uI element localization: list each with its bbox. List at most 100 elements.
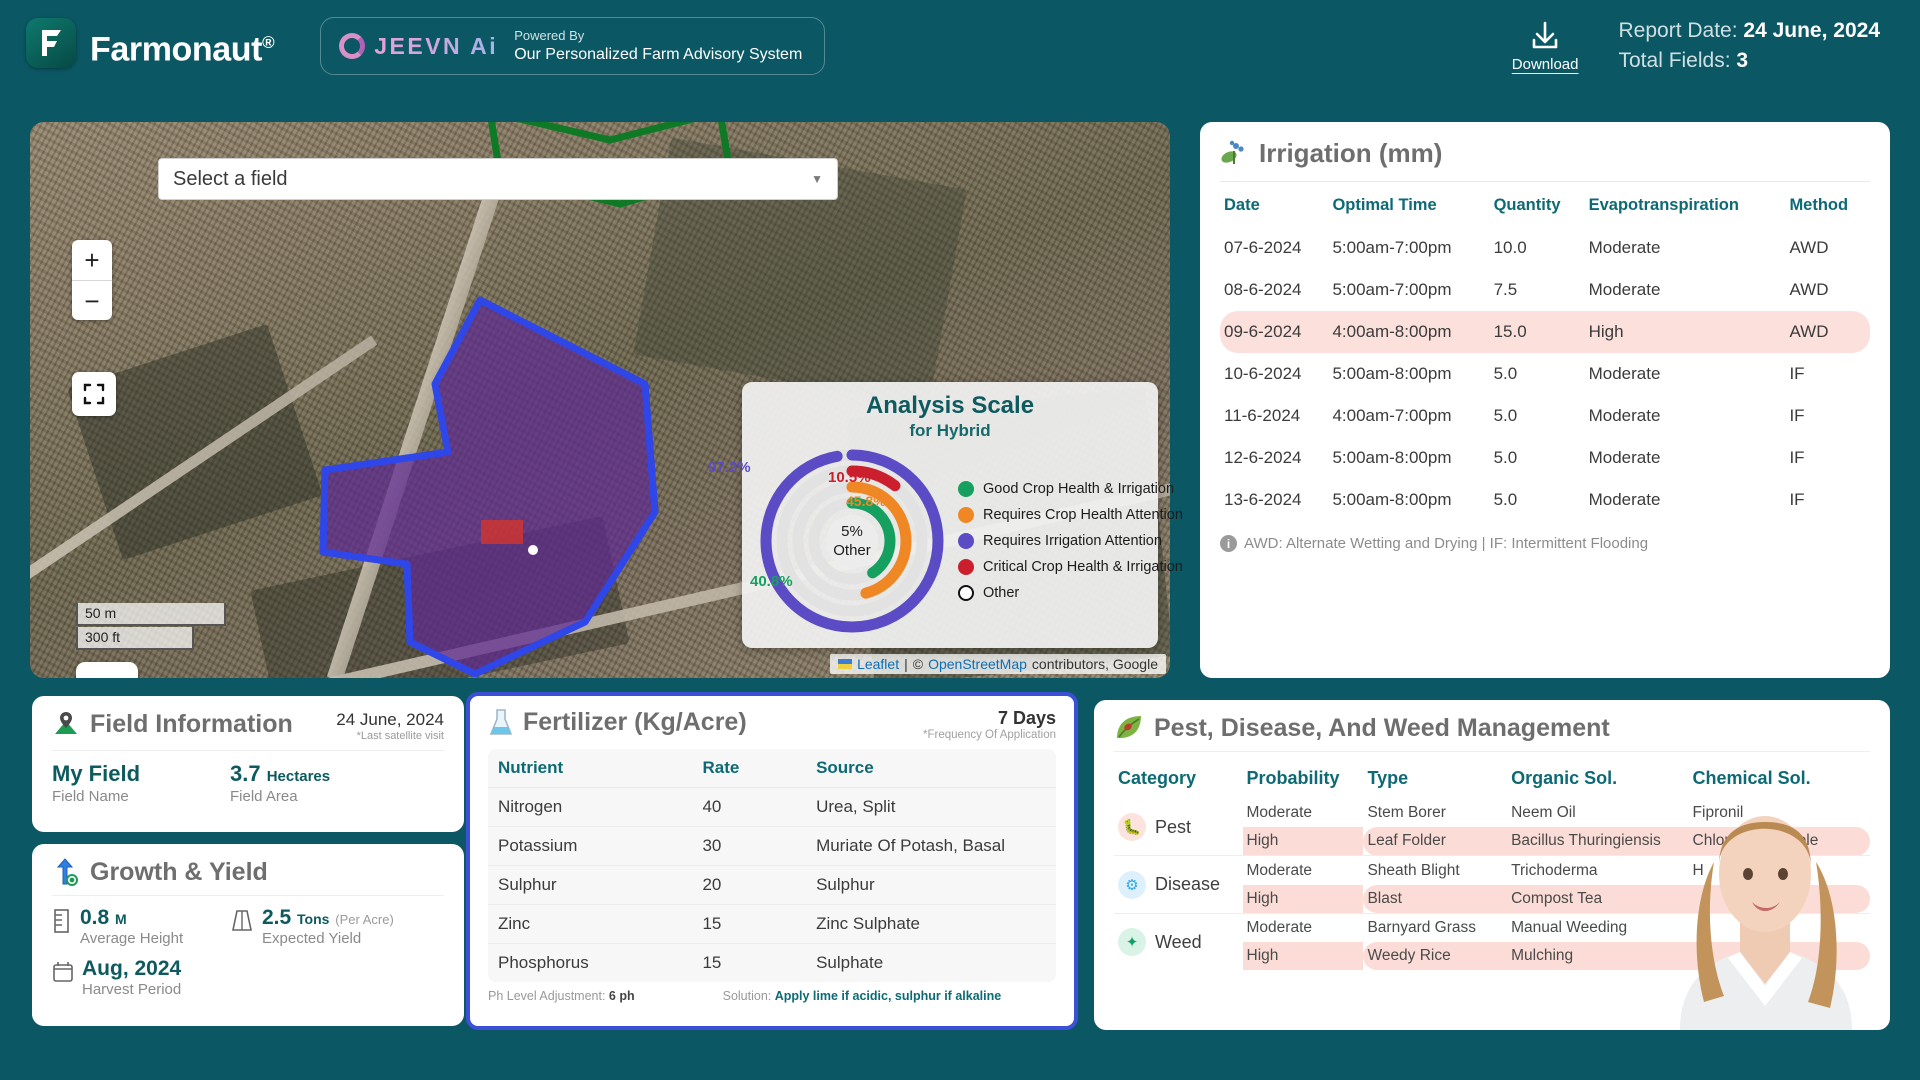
pct-label-critical: 10.5%: [828, 469, 871, 486]
field-information-values: My Field Field Name 3.7 Hectares Field A…: [52, 761, 444, 805]
expected-yield-block: 2.5 Tons (Per Acre) Expected Yield: [230, 906, 408, 947]
cell-category: ✦ Weed: [1114, 914, 1243, 970]
fertilizer-frequency-note: *Frequency Of Application: [923, 729, 1056, 741]
cell-organic: Bacillus Thuringiensis: [1507, 827, 1689, 856]
cell-probability: Moderate: [1246, 804, 1312, 821]
donut-center-value: 5%: [841, 523, 863, 540]
cell-evapotranspiration: High: [1584, 311, 1786, 353]
irrigation-table: Date Optimal Time Quantity Evapotranspir…: [1220, 186, 1870, 521]
solution-block: Solution: Apply lime if acidic, sulphur …: [723, 989, 1002, 1003]
solution-value[interactable]: Apply lime if acidic, sulphur if alkalin…: [775, 989, 1001, 1003]
cell-nutrient: Nitrogen: [488, 787, 693, 827]
download-button[interactable]: Download: [1512, 20, 1579, 73]
cell-rate: 15: [692, 904, 807, 944]
analysis-body: 5% Other 97.2% 10.5% 45.8% 40.8% Good Cr…: [708, 443, 1183, 639]
cell-evapotranspiration: Moderate: [1588, 280, 1661, 299]
field-select-dropdown[interactable]: Select a field ▼: [158, 158, 838, 200]
calendar-icon: [53, 962, 73, 982]
table-row: 13-6-2024 5:00am-8:00pm 5.0 Moderate IF: [1220, 479, 1870, 521]
cell-date: 10-6-2024: [1224, 364, 1302, 383]
cell-category: 🐛 Pest: [1114, 799, 1243, 856]
divider: [52, 895, 444, 896]
zoom-out-button[interactable]: −: [72, 280, 112, 320]
cell-source: Sulphur: [806, 865, 1056, 905]
table-header-row: Nutrient Rate Source: [488, 749, 1056, 788]
cell-probability: High: [1242, 942, 1364, 970]
cell-evapotranspiration: Moderate: [1588, 448, 1661, 467]
field-information-header: Field Information 24 June, 2024 *Last sa…: [52, 710, 444, 742]
irrigation-header: Irrigation (mm): [1220, 138, 1870, 169]
field-name-block: My Field Field Name: [52, 761, 230, 805]
fertilizer-title: Fertilizer (Kg/Acre): [523, 708, 747, 736]
growth-yield-title: Growth & Yield: [90, 858, 268, 886]
fullscreen-button[interactable]: [72, 372, 116, 416]
cell-evapotranspiration: Moderate: [1588, 364, 1661, 383]
irrigation-card: Irrigation (mm) Date Optimal Time Quanti…: [1200, 122, 1890, 678]
map-attribution: Leaflet | © OpenStreetMap contributors, …: [830, 654, 1166, 674]
legend-swatch-crop-health: [958, 507, 974, 523]
flask-icon: [489, 709, 513, 735]
cell-evapotranspiration: Moderate: [1588, 490, 1661, 509]
column-header-probability: Probability: [1246, 768, 1340, 788]
category-label: Pest: [1155, 816, 1192, 837]
report-meta: Report Date: 24 June, 2024 Total Fields:…: [1619, 16, 1881, 76]
cell-quantity: 5.0: [1493, 448, 1518, 467]
zoom-in-button[interactable]: +: [72, 240, 112, 280]
divider: [1220, 181, 1870, 182]
growth-yield-header: Growth & Yield: [52, 858, 444, 887]
divider: [1114, 751, 1870, 752]
total-fields-value: 3: [1736, 49, 1749, 72]
cell-date: 09-6-2024: [1220, 311, 1329, 353]
selected-field-polygon[interactable]: [285, 292, 735, 678]
jeevn-ai-badge[interactable]: JEEVN Ai Powered By Our Personalized Far…: [320, 17, 826, 75]
cell-time: 5:00am-8:00pm: [1332, 448, 1452, 467]
donut-center-label: 5% Other: [754, 522, 950, 560]
multi-ring-donut-chart: 5% Other 97.2% 10.5% 45.8% 40.8%: [708, 443, 950, 639]
report-date-label: Report Date:: [1618, 19, 1744, 42]
scale-imperial: 300 ft: [76, 627, 194, 650]
table-row: Nitrogen 40 Urea, Split: [488, 787, 1056, 827]
leaflet-link[interactable]: Leaflet: [857, 656, 899, 672]
measure-button[interactable]: [76, 662, 138, 678]
cell-quantity: 15.0: [1489, 311, 1585, 353]
average-height-unit: M: [115, 911, 127, 927]
field-area-unit: Hectares: [266, 768, 331, 785]
jeevn-ring-icon: [339, 33, 366, 59]
fullscreen-icon: [83, 383, 105, 405]
jeevn-wordmark: JEEVN Ai: [374, 32, 499, 59]
pct-label-good: 40.8%: [750, 573, 793, 590]
field-area-number: 3.7: [230, 761, 261, 786]
table-row: 🐛 Pest Moderate Stem Borer Neem Oil Fipr…: [1114, 799, 1870, 841]
field-information-card: Field Information 24 June, 2024 *Last sa…: [32, 696, 464, 832]
map-scalebar: 50 m 300 ft: [76, 603, 226, 650]
solution-label: Solution:: [722, 989, 775, 1003]
column-header-chemical-sol: Chemical Sol.: [1692, 768, 1811, 788]
seedling-icon: [1221, 140, 1244, 164]
cell-date: 07-6-2024: [1224, 238, 1302, 257]
field-area-value: 3.7 Hectares: [230, 761, 408, 787]
table-row: 10-6-2024 5:00am-8:00pm 5.0 Moderate IF: [1220, 353, 1870, 395]
openstreetmap-link[interactable]: OpenStreetMap: [928, 656, 1027, 672]
farmonaut-logo-icon: [26, 17, 76, 68]
field-name-label: Field Name: [52, 788, 129, 805]
cell-quantity: 7.5: [1493, 280, 1518, 299]
legend-item: Good Crop Health & Irrigation: [958, 476, 1183, 502]
legend-label: Critical Crop Health & Irrigation: [983, 559, 1183, 575]
column-header-rate: Rate: [692, 749, 807, 788]
cell-quantity: 5.0: [1493, 364, 1518, 383]
fertilizer-frequency: 7 Days: [997, 708, 1056, 728]
column-header-category: Category: [1118, 768, 1197, 788]
map-zoom-controls[interactable]: + −: [72, 240, 112, 320]
cell-rate: 20: [692, 865, 807, 905]
table-row: Potassium 30 Muriate Of Potash, Basal: [488, 826, 1056, 866]
pest-table: Category Probability Type Organic Sol. C…: [1114, 762, 1870, 970]
cell-probability: Moderate: [1246, 919, 1312, 936]
total-fields-label: Total Fields:: [1618, 49, 1737, 72]
irrigation-footnote-text: AWD: Alternate Wetting and Drying | IF: …: [1244, 535, 1649, 552]
table-row: Zinc 15 Zinc Sulphate: [488, 904, 1056, 944]
expected-yield-number: 2.5: [262, 906, 292, 929]
expected-yield-label: Expected Yield: [262, 930, 362, 947]
average-height-number: 0.8: [80, 906, 110, 929]
virus-icon: ⚙: [1118, 870, 1146, 899]
info-icon: i: [1220, 535, 1237, 552]
